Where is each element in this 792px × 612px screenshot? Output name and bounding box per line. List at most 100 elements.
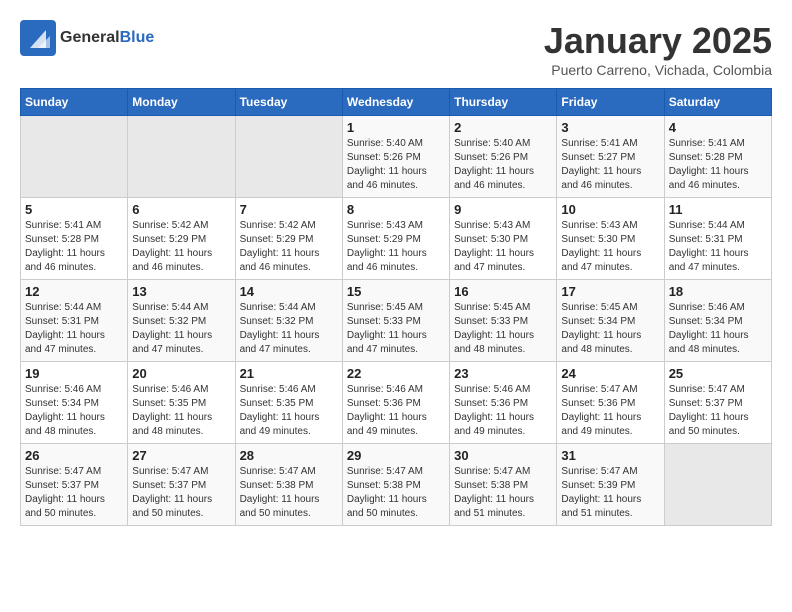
day-number: 26 xyxy=(25,448,123,463)
weekday-friday: Friday xyxy=(557,89,664,116)
day-cell: 25Sunrise: 5:47 AM Sunset: 5:37 PM Dayli… xyxy=(664,362,771,444)
day-info: Sunrise: 5:44 AM Sunset: 5:32 PM Dayligh… xyxy=(240,301,338,357)
day-info: Sunrise: 5:46 AM Sunset: 5:34 PM Dayligh… xyxy=(669,301,767,357)
week-row-4: 19 Sunrise: 5:46 AM Sunset: 5:34 PM Dayli… xyxy=(21,362,772,444)
day-cell xyxy=(128,116,235,198)
day-number: 29 xyxy=(347,448,445,463)
day-cell: 18 Sunrise: 5:46 AM Sunset: 5:34 PM Dayli… xyxy=(664,280,771,362)
week-row-5: 26 Sunrise: 5:47 AM Sunset: 5:37 PM Dayli… xyxy=(21,444,772,526)
day-cell xyxy=(21,116,128,198)
day-info: Sunrise: 5:45 AM Sunset: 5:33 PM Dayligh… xyxy=(454,301,552,357)
month-title: January 2025 xyxy=(544,20,772,62)
day-info: Sunrise: 5:45 AM Sunset: 5:33 PM Dayligh… xyxy=(347,301,445,357)
day-cell: 22 Sunrise: 5:46 AM Sunset: 5:36 PM Dayli… xyxy=(342,362,449,444)
day-cell xyxy=(235,116,342,198)
day-number: 19 xyxy=(25,366,123,381)
weekday-thursday: Thursday xyxy=(450,89,557,116)
day-number: 4 xyxy=(669,120,767,135)
day-cell: 27Sunrise: 5:47 AM Sunset: 5:37 PM Dayli… xyxy=(128,444,235,526)
location: Puerto Carreno, Vichada, Colombia xyxy=(544,62,772,78)
day-info: Sunrise: 5:41 AM Sunset: 5:28 PM Dayligh… xyxy=(669,137,767,193)
day-number: 12 xyxy=(25,284,123,299)
day-number: 22 xyxy=(347,366,445,381)
day-info: Sunrise: 5:47 AM Sunset: 5:38 PM Dayligh… xyxy=(454,465,552,521)
weekday-tuesday: Tuesday xyxy=(235,89,342,116)
day-info: Sunrise: 5:47 AM Sunset: 5:36 PM Dayligh… xyxy=(561,383,659,439)
day-number: 15 xyxy=(347,284,445,299)
day-number: 7 xyxy=(240,202,338,217)
day-cell: 11 Sunrise: 5:44 AM Sunset: 5:31 PM Dayli… xyxy=(664,198,771,280)
day-cell: 6 Sunrise: 5:42 AM Sunset: 5:29 PM Daylig… xyxy=(128,198,235,280)
weekday-saturday: Saturday xyxy=(664,89,771,116)
day-cell: 14 Sunrise: 5:44 AM Sunset: 5:32 PM Dayli… xyxy=(235,280,342,362)
day-info: Sunrise: 5:41 AM Sunset: 5:28 PM Dayligh… xyxy=(25,219,123,275)
day-number: 11 xyxy=(669,202,767,217)
day-cell: 19 Sunrise: 5:46 AM Sunset: 5:34 PM Dayli… xyxy=(21,362,128,444)
day-number: 28 xyxy=(240,448,338,463)
title-block: January 2025 Puerto Carreno, Vichada, Co… xyxy=(544,20,772,78)
day-info: Sunrise: 5:46 AM Sunset: 5:35 PM Dayligh… xyxy=(240,383,338,439)
calendar-table: SundayMondayTuesdayWednesdayThursdayFrid… xyxy=(20,88,772,526)
day-info: Sunrise: 5:43 AM Sunset: 5:29 PM Dayligh… xyxy=(347,219,445,275)
day-info: Sunrise: 5:47 AM Sunset: 5:37 PM Dayligh… xyxy=(25,465,123,521)
weekday-sunday: Sunday xyxy=(21,89,128,116)
page-header: GeneralBlue January 2025 Puerto Carreno,… xyxy=(20,20,772,78)
day-number: 20 xyxy=(132,366,230,381)
day-cell: 20 Sunrise: 5:46 AM Sunset: 5:35 PM Dayli… xyxy=(128,362,235,444)
day-number: 8 xyxy=(347,202,445,217)
day-info: Sunrise: 5:41 AM Sunset: 5:27 PM Dayligh… xyxy=(561,137,659,193)
day-number: 25 xyxy=(669,366,767,381)
day-cell: 13 Sunrise: 5:44 AM Sunset: 5:32 PM Dayli… xyxy=(128,280,235,362)
day-cell: 23 Sunrise: 5:46 AM Sunset: 5:36 PM Dayli… xyxy=(450,362,557,444)
day-number: 13 xyxy=(132,284,230,299)
day-number: 16 xyxy=(454,284,552,299)
day-cell: 9 Sunrise: 5:43 AM Sunset: 5:30 PM Daylig… xyxy=(450,198,557,280)
day-cell: 21 Sunrise: 5:46 AM Sunset: 5:35 PM Dayli… xyxy=(235,362,342,444)
day-number: 23 xyxy=(454,366,552,381)
day-info: Sunrise: 5:40 AM Sunset: 5:26 PM Dayligh… xyxy=(347,137,445,193)
day-cell: 31 Sunrise: 5:47 AM Sunset: 5:39 PM Dayli… xyxy=(557,444,664,526)
day-number: 2 xyxy=(454,120,552,135)
day-cell: 29 Sunrise: 5:47 AM Sunset: 5:38 PM Dayli… xyxy=(342,444,449,526)
day-cell: 8 Sunrise: 5:43 AM Sunset: 5:29 PM Daylig… xyxy=(342,198,449,280)
logo: GeneralBlue xyxy=(20,20,154,56)
day-cell: 24 Sunrise: 5:47 AM Sunset: 5:36 PM Dayli… xyxy=(557,362,664,444)
day-cell: 4 Sunrise: 5:41 AM Sunset: 5:28 PM Daylig… xyxy=(664,116,771,198)
day-cell: 16 Sunrise: 5:45 AM Sunset: 5:33 PM Dayli… xyxy=(450,280,557,362)
day-cell: 26 Sunrise: 5:47 AM Sunset: 5:37 PM Dayli… xyxy=(21,444,128,526)
day-number: 24 xyxy=(561,366,659,381)
day-cell: 15 Sunrise: 5:45 AM Sunset: 5:33 PM Dayli… xyxy=(342,280,449,362)
day-number: 18 xyxy=(669,284,767,299)
day-info: Sunrise: 5:44 AM Sunset: 5:32 PM Dayligh… xyxy=(132,301,230,357)
weekday-monday: Monday xyxy=(128,89,235,116)
week-row-2: 5Sunrise: 5:41 AM Sunset: 5:28 PM Daylig… xyxy=(21,198,772,280)
day-info: Sunrise: 5:47 AM Sunset: 5:39 PM Dayligh… xyxy=(561,465,659,521)
day-number: 30 xyxy=(454,448,552,463)
day-cell xyxy=(664,444,771,526)
day-info: Sunrise: 5:43 AM Sunset: 5:30 PM Dayligh… xyxy=(454,219,552,275)
day-info: Sunrise: 5:43 AM Sunset: 5:30 PM Dayligh… xyxy=(561,219,659,275)
day-number: 6 xyxy=(132,202,230,217)
logo-general: General xyxy=(60,29,120,46)
day-number: 1 xyxy=(347,120,445,135)
day-cell: 12 Sunrise: 5:44 AM Sunset: 5:31 PM Dayli… xyxy=(21,280,128,362)
day-info: Sunrise: 5:47 AM Sunset: 5:38 PM Dayligh… xyxy=(347,465,445,521)
day-info: Sunrise: 5:42 AM Sunset: 5:29 PM Dayligh… xyxy=(132,219,230,275)
day-number: 31 xyxy=(561,448,659,463)
day-cell: 7Sunrise: 5:42 AM Sunset: 5:29 PM Daylig… xyxy=(235,198,342,280)
day-info: Sunrise: 5:46 AM Sunset: 5:35 PM Dayligh… xyxy=(132,383,230,439)
day-info: Sunrise: 5:46 AM Sunset: 5:36 PM Dayligh… xyxy=(454,383,552,439)
day-info: Sunrise: 5:46 AM Sunset: 5:36 PM Dayligh… xyxy=(347,383,445,439)
day-number: 14 xyxy=(240,284,338,299)
day-info: Sunrise: 5:44 AM Sunset: 5:31 PM Dayligh… xyxy=(25,301,123,357)
day-number: 21 xyxy=(240,366,338,381)
day-info: Sunrise: 5:44 AM Sunset: 5:31 PM Dayligh… xyxy=(669,219,767,275)
day-number: 9 xyxy=(454,202,552,217)
day-info: Sunrise: 5:46 AM Sunset: 5:34 PM Dayligh… xyxy=(25,383,123,439)
day-cell: 30 Sunrise: 5:47 AM Sunset: 5:38 PM Dayli… xyxy=(450,444,557,526)
day-info: Sunrise: 5:40 AM Sunset: 5:26 PM Dayligh… xyxy=(454,137,552,193)
day-cell: 17Sunrise: 5:45 AM Sunset: 5:34 PM Dayli… xyxy=(557,280,664,362)
day-number: 3 xyxy=(561,120,659,135)
day-cell: 10Sunrise: 5:43 AM Sunset: 5:30 PM Dayli… xyxy=(557,198,664,280)
day-cell: 3 Sunrise: 5:41 AM Sunset: 5:27 PM Daylig… xyxy=(557,116,664,198)
